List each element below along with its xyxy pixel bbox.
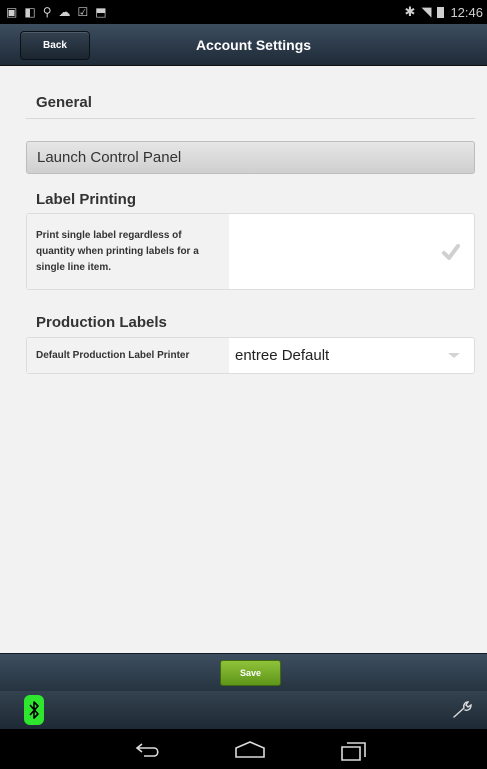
- section-heading-label-printing: Label Printing: [36, 191, 137, 208]
- back-nav-icon[interactable]: [134, 739, 162, 759]
- bluetooth-status-icon: ✱: [404, 4, 416, 19]
- default-printer-select[interactable]: Default Production Label Printer entree …: [26, 337, 475, 374]
- usb-icon: ⚲: [42, 5, 52, 19]
- download-icon: ⬒: [95, 5, 107, 19]
- clock: 12:46: [450, 4, 483, 20]
- checkmark-icon[interactable]: [442, 244, 460, 260]
- bluetooth-icon[interactable]: [24, 695, 44, 725]
- system-status: ✱ ◥ 12:46: [405, 4, 483, 20]
- chevron-down-icon[interactable]: [448, 353, 460, 358]
- status-bar: ▣ ◧ ⚲ ☁ ☑ ⬒ ✱ ◥ 12:46: [0, 0, 487, 24]
- recents-nav-icon[interactable]: [339, 739, 369, 761]
- divider: [26, 118, 475, 119]
- back-button[interactable]: Back: [20, 31, 90, 60]
- section-heading-production-labels: Production Labels: [36, 314, 167, 331]
- home-nav-icon[interactable]: [234, 739, 266, 759]
- save-bar: Save: [0, 653, 487, 692]
- battery-icon: [437, 6, 445, 18]
- action-bar: Account Settings Back: [0, 24, 487, 66]
- bottom-toolbar: [0, 691, 487, 729]
- upload-icon: ☁: [58, 5, 71, 19]
- save-button[interactable]: Save: [220, 660, 281, 686]
- task-icon: ☑: [77, 5, 89, 19]
- launch-control-panel-button[interactable]: Launch Control Panel: [26, 141, 475, 174]
- system-nav-bar: [0, 729, 487, 769]
- app-icon: ◧: [24, 5, 36, 19]
- section-heading-general: General: [36, 94, 92, 111]
- wifi-icon: ◥: [421, 4, 432, 19]
- screenshot-icon: ▣: [6, 5, 18, 19]
- wrench-icon[interactable]: [451, 701, 473, 719]
- setting-label: Default Production Label Printer: [27, 338, 229, 373]
- print-single-label-setting[interactable]: Print single label regardless of quantit…: [26, 213, 475, 290]
- setting-label: Print single label regardless of quantit…: [27, 214, 229, 289]
- notification-icons: ▣ ◧ ⚲ ☁ ☑ ⬒: [6, 6, 107, 18]
- selected-printer-value[interactable]: entree Default: [235, 338, 329, 373]
